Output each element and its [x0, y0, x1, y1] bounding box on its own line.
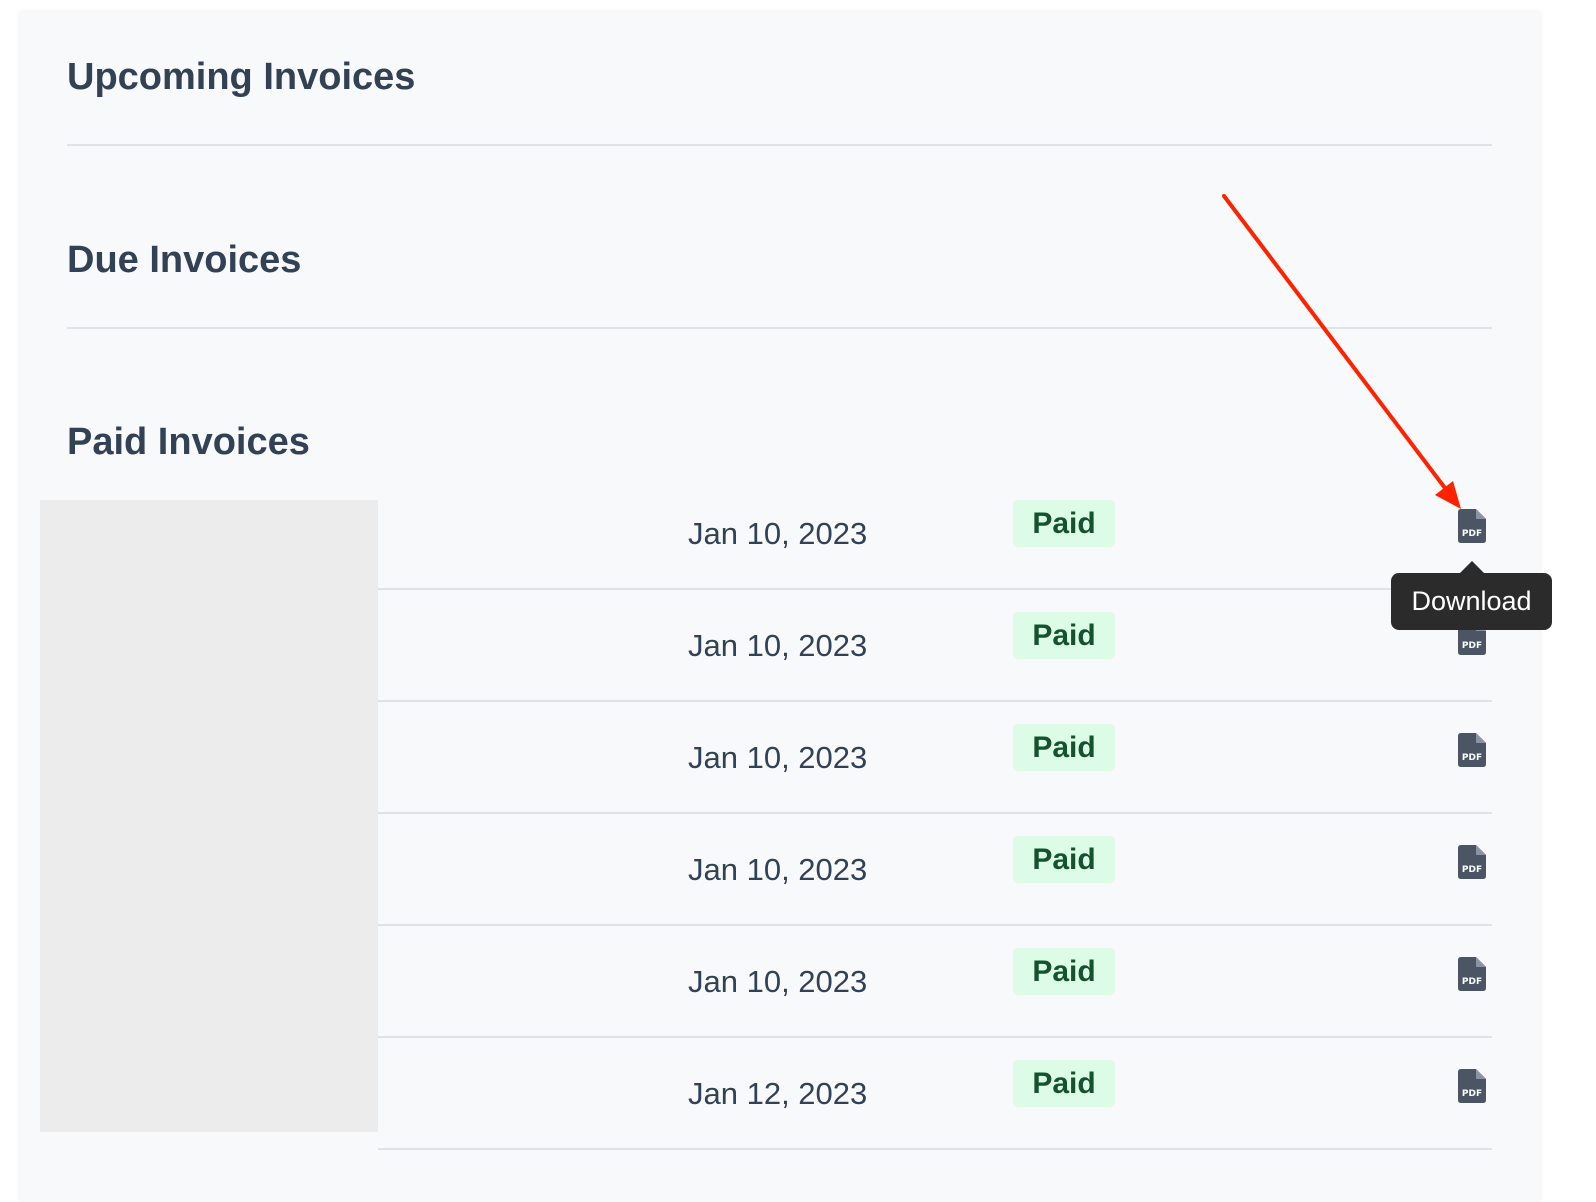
- pdf-label: PDF: [1462, 641, 1482, 651]
- row-divider: [378, 1148, 1492, 1150]
- pdf-label: PDF: [1462, 753, 1482, 763]
- pdf-label: PDF: [1462, 865, 1482, 875]
- tooltip-arrow: [1460, 561, 1484, 573]
- status-badge: Paid: [1013, 612, 1115, 659]
- pdf-download-icon[interactable]: PDF: [1458, 733, 1486, 767]
- due-divider: [67, 327, 1492, 329]
- status-badge: Paid: [1013, 724, 1115, 771]
- invoice-date: Jan 10, 2023: [688, 516, 868, 551]
- paid-invoices-title: Paid Invoices: [67, 421, 310, 463]
- invoice-date: Jan 10, 2023: [688, 964, 868, 999]
- pdf-label: PDF: [1462, 977, 1482, 987]
- pdf-download-icon[interactable]: PDF: [1458, 957, 1486, 991]
- pdf-label: PDF: [1462, 529, 1482, 539]
- pdf-download-icon[interactable]: PDF: [1458, 1069, 1486, 1103]
- status-badge: Paid: [1013, 500, 1115, 547]
- status-badge: Paid: [1013, 1060, 1115, 1107]
- due-invoices-title: Due Invoices: [67, 239, 302, 281]
- invoice-date: Jan 10, 2023: [688, 852, 868, 887]
- pdf-download-icon[interactable]: PDF: [1458, 845, 1486, 879]
- pdf-label: PDF: [1462, 1089, 1482, 1099]
- redacted-area: [40, 500, 378, 1132]
- download-tooltip: Download: [1391, 573, 1552, 630]
- status-badge: Paid: [1013, 836, 1115, 883]
- status-badge: Paid: [1013, 948, 1115, 995]
- pdf-download-icon[interactable]: PDF: [1458, 509, 1486, 543]
- invoice-date: Jan 12, 2023: [688, 1076, 868, 1111]
- upcoming-invoices-title: Upcoming Invoices: [67, 56, 416, 98]
- invoice-date: Jan 10, 2023: [688, 628, 868, 663]
- upcoming-divider: [67, 144, 1492, 146]
- invoice-date: Jan 10, 2023: [688, 740, 868, 775]
